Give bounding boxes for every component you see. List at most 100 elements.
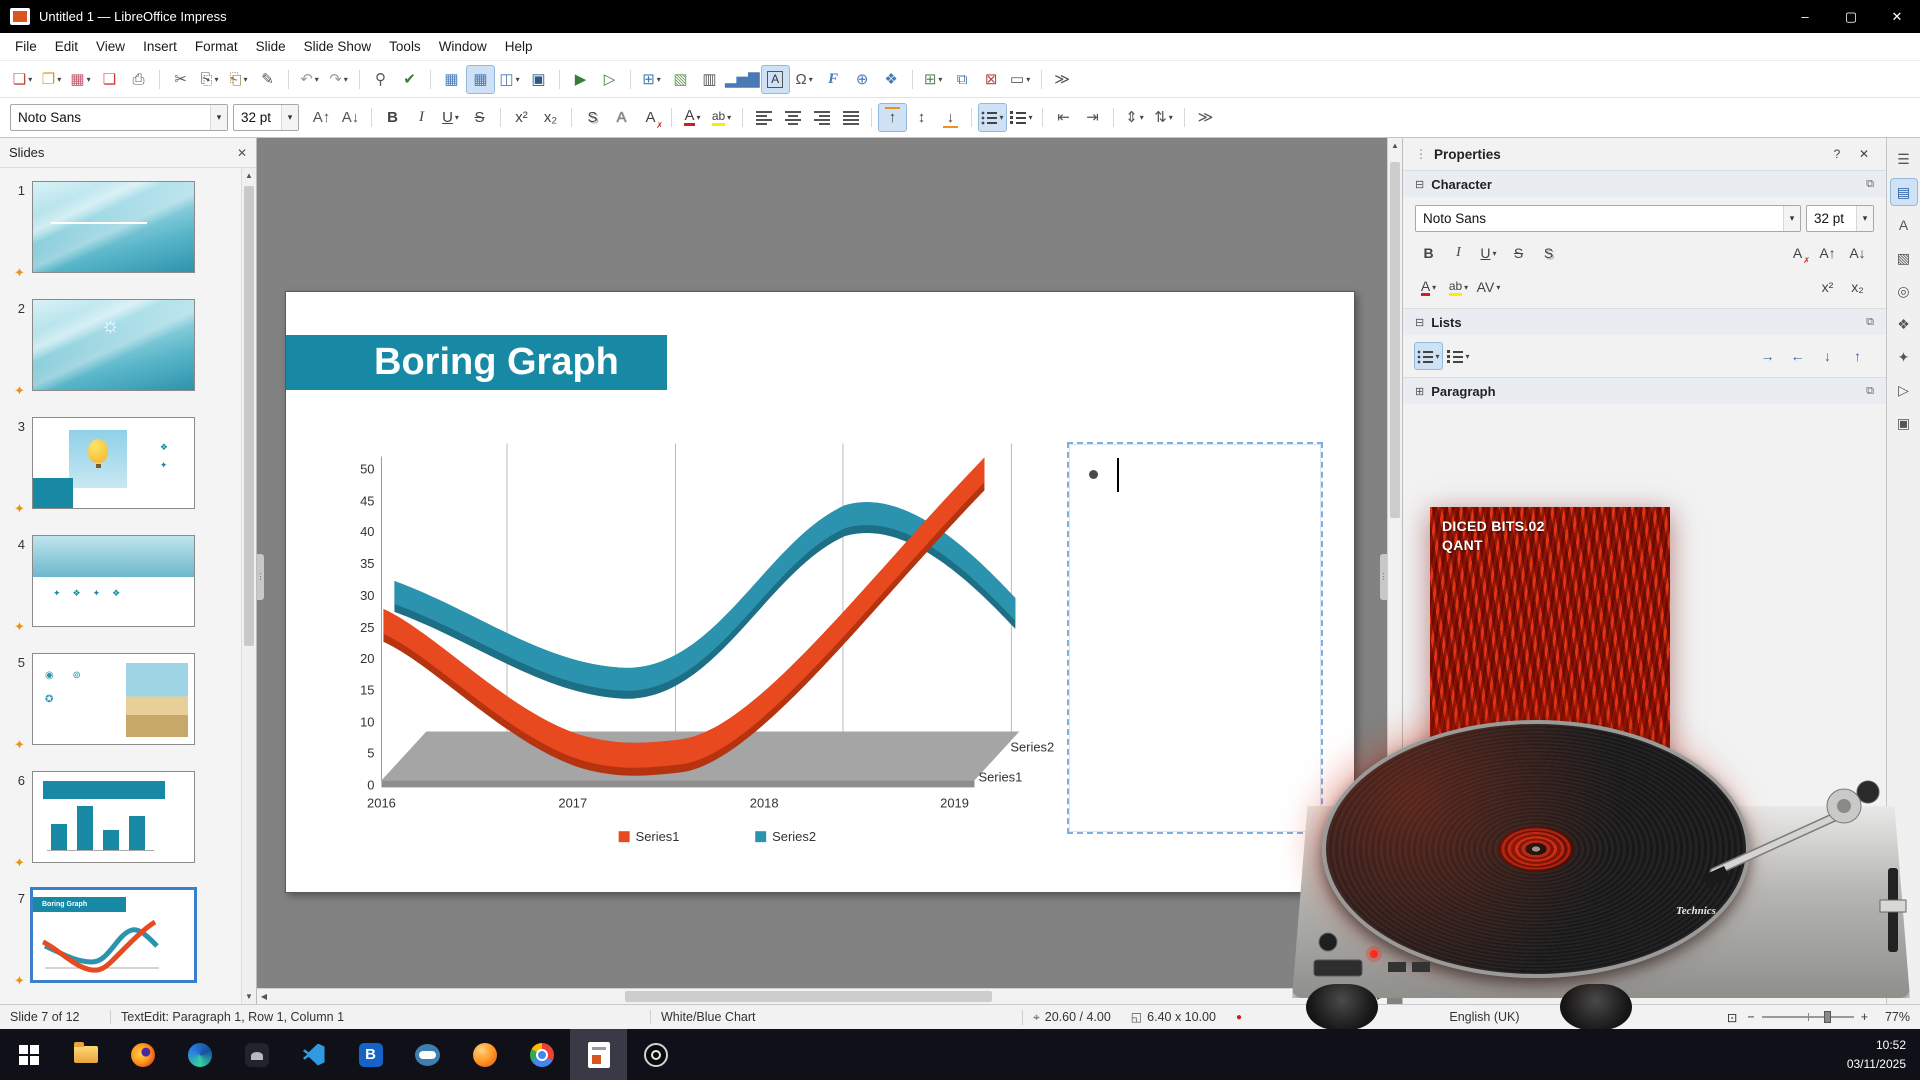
task-edge[interactable]: [171, 1029, 228, 1080]
chevron-down-icon[interactable]: ▾: [281, 105, 298, 130]
hyperlink-button[interactable]: ⊕: [849, 66, 876, 93]
decrease-indent-button[interactable]: ⇤: [1050, 104, 1077, 131]
menu-slide-show[interactable]: Slide Show: [295, 35, 381, 58]
scroll-left-icon[interactable]: ◀: [257, 989, 271, 1004]
task-app-b[interactable]: B: [342, 1029, 399, 1080]
thumbnail-image[interactable]: Boring Graph: [32, 889, 195, 981]
cut-button[interactable]: ✂: [167, 66, 194, 93]
format-overflow-button[interactable]: ≫: [1192, 104, 1219, 131]
slide-page[interactable]: 50 45 40 35 30 25 20 15 10 5 0 2016 2017…: [285, 291, 1355, 893]
sidebar-bold-button[interactable]: B: [1415, 240, 1442, 266]
sidebar-tab-animation[interactable]: ✦: [1891, 344, 1917, 370]
sidebar-subscript-button[interactable]: x₂: [1844, 274, 1871, 300]
chevron-down-icon[interactable]: ▾: [1783, 206, 1800, 231]
sidebar-tab-shapes[interactable]: ❖: [1891, 311, 1917, 337]
start-first-slide-button[interactable]: ▶: [567, 66, 594, 93]
task-screen-recorder[interactable]: [627, 1029, 684, 1080]
decrease-size-button[interactable]: A↓: [337, 104, 364, 131]
align-left-button[interactable]: [750, 104, 777, 131]
master-slide-button[interactable]: ▣: [525, 66, 552, 93]
move-down-button[interactable]: ↓: [1814, 343, 1841, 369]
move-up-button[interactable]: ↑: [1844, 343, 1871, 369]
copy-button[interactable]: ⎘ ▾: [196, 66, 223, 93]
menu-slide[interactable]: Slide: [247, 35, 295, 58]
thumbnail-image[interactable]: ✦❖✦❖: [32, 535, 195, 627]
thumbnail-image[interactable]: ☼: [32, 299, 195, 391]
demote-button[interactable]: →: [1754, 343, 1781, 369]
insert-chart-button[interactable]: ▂▅▇: [725, 66, 760, 93]
slide-thumbnail-6[interactable]: 6 ✦: [0, 771, 241, 863]
sidebar-highlight-button[interactable]: ab▾: [1445, 274, 1472, 300]
maximize-button[interactable]: ▢: [1828, 0, 1874, 33]
sidebar-underline-button[interactable]: U▾: [1475, 240, 1502, 266]
font-size-combo[interactable]: 32 pt ▾: [233, 104, 299, 131]
close-button[interactable]: ✕: [1874, 0, 1920, 33]
new-button[interactable]: ❏ ▾: [9, 66, 36, 93]
sidebar-tab-navigator[interactable]: ◎: [1891, 278, 1917, 304]
highlight-color-button[interactable]: ab ▾: [708, 104, 735, 131]
close-icon[interactable]: ✕: [237, 146, 247, 160]
bullets-button[interactable]: ▾: [979, 104, 1006, 131]
collapse-icon[interactable]: ⊟: [1415, 316, 1424, 329]
line-spacing-button[interactable]: ⇕ ▾: [1121, 104, 1148, 131]
thumbnail-image[interactable]: [32, 771, 195, 863]
menu-insert[interactable]: Insert: [134, 35, 186, 58]
font-name-combo[interactable]: Noto Sans ▾: [10, 104, 228, 131]
sidebar-tab-styles[interactable]: A: [1891, 212, 1917, 238]
task-orange-app[interactable]: [456, 1029, 513, 1080]
sidebar-font-color-button[interactable]: A▾: [1415, 274, 1442, 300]
thumbnail-image[interactable]: ❖✦: [32, 417, 195, 509]
subscript-button[interactable]: x₂: [537, 104, 564, 131]
task-firefox[interactable]: [114, 1029, 171, 1080]
paste-button[interactable]: ⎗ ▾: [225, 66, 252, 93]
undo-button[interactable]: ↶ ▾: [296, 66, 323, 93]
slide-thumbnail-4[interactable]: 4 ✦❖✦❖ ✦: [0, 535, 241, 627]
pane-splitter-right[interactable]: ⋮: [1380, 554, 1387, 600]
sidebar-shadow-button[interactable]: S: [1535, 240, 1562, 266]
slide-title-text[interactable]: Boring Graph: [374, 335, 619, 390]
menu-tools[interactable]: Tools: [380, 35, 430, 58]
slide-thumbnail-2[interactable]: 2 ☼ ✦: [0, 299, 241, 391]
task-vscode[interactable]: [285, 1029, 342, 1080]
sidebar-tab-properties[interactable]: ▤: [1891, 179, 1917, 205]
scrollbar-thumb[interactable]: [625, 991, 992, 1002]
sidebar-font-name-combo[interactable]: Noto Sans ▾: [1415, 205, 1801, 232]
taskbar-clock[interactable]: 10:52 03/11/2025: [1847, 1036, 1920, 1073]
slide-properties-button[interactable]: ▭ ▾: [1007, 66, 1034, 93]
scrollbar-thumb[interactable]: [244, 186, 254, 646]
sidebar-numbering-button[interactable]: ▾: [1445, 343, 1472, 369]
menu-view[interactable]: View: [87, 35, 134, 58]
sidebar-italic-button[interactable]: I: [1445, 240, 1472, 266]
align-right-button[interactable]: [808, 104, 835, 131]
sidebar-bullets-button[interactable]: ▾: [1415, 343, 1442, 369]
help-icon[interactable]: ?: [1827, 147, 1847, 161]
minimize-button[interactable]: –: [1782, 0, 1828, 33]
align-center-button[interactable]: [779, 104, 806, 131]
sidebar-clear-formatting-button[interactable]: A: [1784, 240, 1811, 266]
spelling-button[interactable]: ✔: [396, 66, 423, 93]
scroll-down-icon[interactable]: ▼: [242, 989, 256, 1004]
dialog-launcher-icon[interactable]: ⧉: [1866, 178, 1874, 191]
sidebar-font-size-combo[interactable]: 32 pt ▾: [1806, 205, 1874, 232]
numbering-button[interactable]: ▾: [1008, 104, 1035, 131]
slide-canvas[interactable]: 50 45 40 35 30 25 20 15 10 5 0 2016 2017…: [257, 138, 1402, 1004]
sidebar-strikethrough-button[interactable]: S: [1505, 240, 1532, 266]
valign-top-button[interactable]: ↑: [879, 104, 906, 131]
justify-button[interactable]: [837, 104, 864, 131]
toolbar-overflow-button[interactable]: ≫: [1049, 66, 1076, 93]
display-grid-button[interactable]: ▦: [438, 66, 465, 93]
find-replace-button[interactable]: ⚲: [367, 66, 394, 93]
close-sidebar-icon[interactable]: ✕: [1854, 147, 1874, 161]
collapse-icon[interactable]: ⊟: [1415, 178, 1424, 191]
thumbnail-image[interactable]: ◉ ⊚✪: [32, 653, 195, 745]
clone-formatting-button[interactable]: ✎: [254, 66, 281, 93]
sidebar-tab-gallery[interactable]: ▧: [1891, 245, 1917, 271]
slide-thumbnail-3[interactable]: 3 ❖✦ ✦: [0, 417, 241, 509]
italic-button[interactable]: I: [408, 104, 435, 131]
pane-splitter-left[interactable]: ⋮: [257, 554, 264, 600]
slide-thumbnail-5[interactable]: 5 ◉ ⊚✪ ✦: [0, 653, 241, 745]
print-button[interactable]: ⎙: [125, 66, 152, 93]
sidebar-superscript-button[interactable]: x²: [1814, 274, 1841, 300]
fontwork-button[interactable]: F: [820, 66, 847, 93]
insert-table-button[interactable]: ⊞ ▾: [638, 66, 665, 93]
